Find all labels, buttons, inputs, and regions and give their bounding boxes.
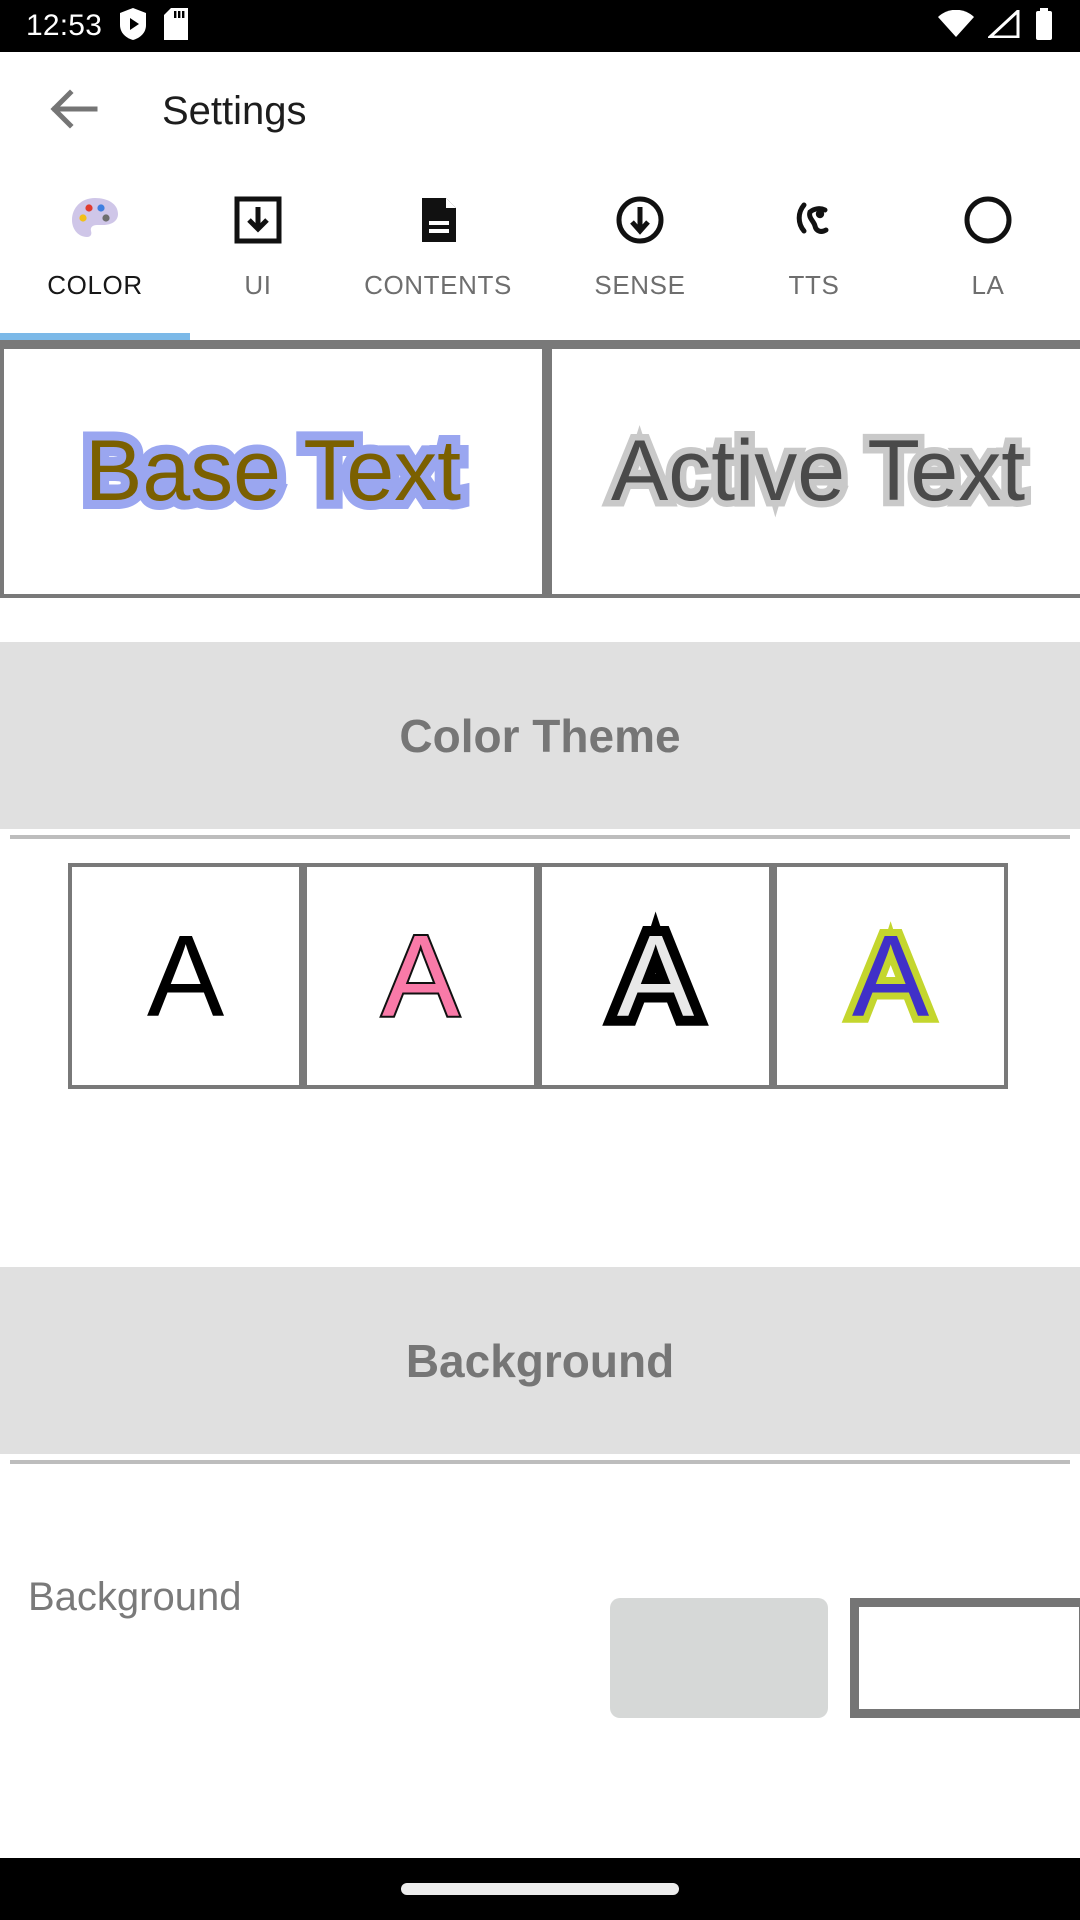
theme-swatch-4[interactable]: A <box>777 867 1004 1085</box>
tab-label-sense: SENSE <box>594 270 686 300</box>
document-icon <box>412 192 464 248</box>
download-box-icon <box>232 192 284 248</box>
theme-swatch-1[interactable]: A <box>72 867 299 1085</box>
theme-glyph-1: A <box>146 911 225 1041</box>
background-row[interactable]: Background <box>0 1512 1080 1718</box>
background-swatch-outlined[interactable] <box>850 1598 1080 1718</box>
tab-contents[interactable]: CONTENTS <box>326 170 550 340</box>
wifi-icon <box>938 9 974 43</box>
back-arrow-icon <box>50 87 98 136</box>
text-preview-row: Base Text Active Text <box>0 345 1080 598</box>
sd-card-icon <box>164 7 189 45</box>
active-text-sample: Active Text <box>604 417 1031 526</box>
battery-icon <box>1034 7 1054 45</box>
app-bar: Settings <box>0 52 1080 170</box>
tab-label-contents: CONTENTS <box>364 270 512 300</box>
palette-icon <box>69 192 121 248</box>
tab-sense[interactable]: SENSE <box>550 170 730 340</box>
page-title: Settings <box>162 88 307 133</box>
background-row-label: Background <box>28 1574 242 1619</box>
background-swatch-row <box>610 1598 1080 1718</box>
section-title-color-theme: Color Theme <box>399 709 681 762</box>
status-bar: 12:53 <box>0 0 1080 52</box>
color-theme-swatch-strip: A A A A <box>68 863 1008 1089</box>
section-header-background: Background <box>0 1267 1080 1454</box>
tab-color[interactable]: COLOR <box>0 170 190 340</box>
status-clock: 12:53 <box>26 9 103 42</box>
status-bar-left: 12:53 <box>26 7 189 45</box>
tab-tts[interactable]: TTS <box>730 170 898 340</box>
tab-label-ui: UI <box>244 270 272 300</box>
section-title-background: Background <box>405 1334 675 1387</box>
theme-glyph-2: A <box>380 911 461 1041</box>
base-text-preview[interactable]: Base Text <box>4 349 542 594</box>
base-text-sample: Base Text <box>76 414 470 528</box>
settings-tab-bar: COLOR UI CONTENTS SENSE TTS LA <box>0 170 1080 340</box>
protect-shield-play-icon <box>120 7 147 45</box>
tab-language[interactable]: LA <box>898 170 1078 340</box>
home-gesture-pill[interactable] <box>401 1883 679 1895</box>
theme-glyph-3: A <box>607 908 704 1044</box>
system-navigation-bar <box>0 1858 1080 1920</box>
section-header-color-theme: Color Theme <box>0 642 1080 829</box>
tab-active-indicator <box>0 333 190 340</box>
status-bar-right <box>938 7 1054 45</box>
arrow-down-circle-icon <box>614 192 666 248</box>
tab-label-color: COLOR <box>47 270 143 300</box>
theme-glyph-4: A <box>845 911 936 1041</box>
tab-label-tts: TTS <box>788 270 840 300</box>
ear-hearing-icon <box>788 192 840 248</box>
background-settings-list: Background <box>0 1464 1080 1718</box>
active-text-preview[interactable]: Active Text <box>552 349 1080 594</box>
theme-swatch-2[interactable]: A <box>307 867 534 1085</box>
back-button[interactable] <box>44 81 104 141</box>
spacer-above-color-theme <box>0 598 1080 642</box>
color-theme-swatch-area: A A A A <box>0 839 1080 1111</box>
cell-signal-icon <box>986 7 1020 43</box>
tab-label-language: LA <box>971 270 1005 300</box>
tab-ui[interactable]: UI <box>190 170 326 340</box>
theme-swatch-3[interactable]: A <box>542 867 769 1085</box>
spacer-below-color-theme <box>0 1111 1080 1267</box>
background-swatch-gray[interactable] <box>610 1598 828 1718</box>
language-icon <box>962 192 1014 248</box>
